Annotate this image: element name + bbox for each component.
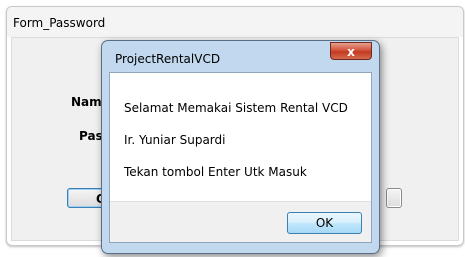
dialog-footer: OK <box>110 201 371 242</box>
message-line-3: Tekan tombol Enter Utk Masuk <box>124 165 307 179</box>
dialog-body: Selamat Memakai Sistem Rental VCD Ir. Yu… <box>109 72 372 243</box>
form-other-button[interactable] <box>386 188 402 208</box>
close-button[interactable]: x <box>330 42 372 60</box>
dialog-title: ProjectRentalVCD <box>115 52 221 66</box>
form-password-titlebar[interactable]: Form_Password <box>7 7 463 37</box>
close-icon: x <box>347 45 355 59</box>
form-password-title: Form_Password <box>13 16 106 30</box>
ok-button[interactable]: OK <box>287 212 362 234</box>
message-line-2: Ir. Yuniar Supardi <box>124 133 226 147</box>
message-line-1: Selamat Memakai Sistem Rental VCD <box>124 101 348 115</box>
message-box-dialog: ProjectRentalVCD x Selamat Memakai Siste… <box>101 40 380 254</box>
